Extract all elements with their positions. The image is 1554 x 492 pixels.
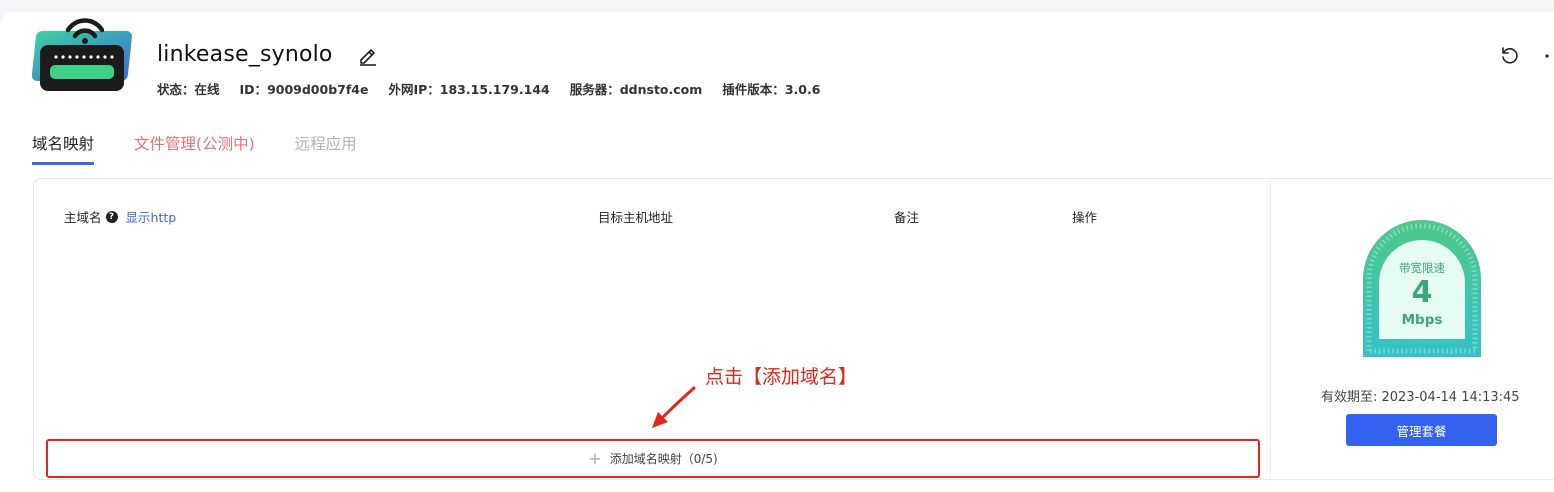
device-info-row: 状态：在线 ID：9009d00b7f4e 外网IP：183.15.179.14… bbox=[157, 79, 820, 98]
device-page: linkease_synolo 状态：在线 ID：9009d00b7f4e 外网… bbox=[0, 12, 1554, 492]
gauge-label: 带宽限速 bbox=[1399, 261, 1445, 275]
more-icon[interactable] bbox=[1544, 50, 1554, 62]
panel-divider bbox=[1270, 179, 1271, 479]
add-domain-mapping-button[interactable]: + 添加域名映射（0/5) bbox=[46, 439, 1260, 478]
column-action: 操作 bbox=[1072, 210, 1098, 225]
info-status: 状态：在线 bbox=[157, 82, 220, 97]
device-name: linkease_synolo bbox=[157, 42, 333, 67]
gauge-unit: Mbps bbox=[1401, 312, 1443, 328]
plus-icon: + bbox=[588, 448, 602, 468]
edit-icon[interactable] bbox=[357, 44, 379, 66]
domain-mapping-card: 主域名 ? 显示http 目标主机地址 备注 操作 点击【添加域名】 + 添加域… bbox=[33, 178, 1554, 480]
add-domain-mapping-label: 添加域名映射（0/5) bbox=[609, 452, 718, 466]
refresh-icon[interactable] bbox=[1499, 46, 1519, 66]
annotation-arrow-icon bbox=[652, 386, 696, 428]
tab-remote-apps[interactable]: 远程应用 bbox=[295, 132, 357, 165]
info-server: 服务器：ddnsto.com bbox=[569, 82, 703, 97]
column-domain: 主域名 ? 显示http bbox=[64, 207, 176, 226]
gauge-value: 4 bbox=[1411, 275, 1433, 310]
show-http-link[interactable]: 显示http bbox=[126, 207, 177, 226]
table-header: 主域名 ? 显示http 目标主机地址 备注 操作 bbox=[34, 207, 1270, 226]
plan-expiry: 有效期至: 2023-04-14 14:13:45 bbox=[1321, 390, 1520, 405]
tab-domain-mapping[interactable]: 域名映射 bbox=[32, 132, 95, 165]
manage-plan-button[interactable]: 管理套餐 bbox=[1346, 414, 1497, 446]
column-target-host: 目标主机地址 bbox=[598, 210, 674, 225]
info-public-ip: 外网IP：183.15.179.144 bbox=[388, 82, 550, 97]
info-plugin-version: 插件版本：3.0.6 bbox=[722, 82, 821, 97]
info-id: ID：9009d00b7f4e bbox=[239, 82, 369, 97]
router-logo-icon bbox=[31, 18, 132, 91]
help-icon[interactable]: ? bbox=[105, 210, 118, 223]
tab-bar: 域名映射 文件管理(公测中) 远程应用 bbox=[32, 132, 357, 165]
column-note: 备注 bbox=[894, 210, 920, 225]
annotation-text: 点击【添加域名】 bbox=[705, 366, 858, 388]
tab-file-management[interactable]: 文件管理(公测中) bbox=[134, 132, 255, 165]
device-title-row: linkease_synolo bbox=[157, 42, 379, 67]
column-domain-label: 主域名 bbox=[64, 210, 102, 225]
